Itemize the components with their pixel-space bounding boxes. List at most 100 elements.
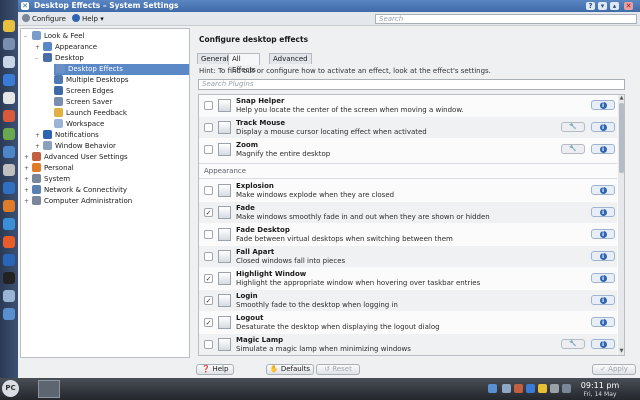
scroll-down-icon[interactable]: ▼ (618, 348, 624, 355)
effect-row[interactable]: ✓ Highlight Window Highlight the appropria… (199, 268, 617, 289)
tree-item[interactable]: Multiple Desktops (46, 75, 129, 86)
apply-button[interactable]: ✓ Apply (592, 364, 636, 375)
tree-item[interactable]: Screen Saver (46, 97, 112, 108)
tab-advanced[interactable]: Advanced (269, 53, 312, 64)
tree-item[interactable]: + System (24, 174, 70, 185)
expand-icon[interactable]: + (24, 152, 32, 163)
dock-app-icon[interactable] (3, 254, 15, 266)
dock-files-icon[interactable] (3, 56, 15, 68)
effect-info-button[interactable]: i (591, 339, 615, 349)
configure-effect-button[interactable]: 🔧 (561, 122, 585, 132)
effect-row[interactable]: Explosion Make windows explode when they … (199, 180, 617, 201)
configure-effect-button[interactable]: 🔧 (561, 339, 585, 349)
tree-item[interactable]: – Desktop (35, 53, 84, 64)
bluetooth-icon[interactable] (526, 384, 535, 393)
tree-item[interactable]: + Personal (24, 163, 74, 174)
dock-app-icon[interactable] (3, 200, 15, 212)
dock-firefox-icon[interactable] (3, 236, 15, 248)
taskbar-task-system-settings[interactable] (38, 380, 60, 398)
expand-icon[interactable]: + (35, 130, 43, 141)
tree-item[interactable]: + Advanced User Settings (24, 152, 128, 163)
tab-all-effects[interactable]: All Effects (228, 53, 260, 74)
effect-checkbox[interactable] (204, 123, 213, 132)
effect-checkbox[interactable] (204, 145, 213, 154)
effect-row[interactable]: Fade Desktop Fade between virtual desktop… (199, 224, 617, 245)
help-title-icon[interactable]: ? (586, 2, 595, 10)
effect-info-button[interactable]: i (591, 185, 615, 195)
effect-checkbox[interactable] (204, 186, 213, 195)
tray-icon[interactable] (488, 384, 497, 393)
maximize-icon[interactable]: ▴ (610, 2, 619, 10)
tree-item[interactable]: Workspace (46, 119, 104, 130)
help-menu[interactable]: Help ▾ (72, 14, 104, 24)
dock-app-icon[interactable] (3, 128, 15, 140)
dock-settings-icon[interactable] (3, 38, 15, 50)
tree-item[interactable]: + Notifications (35, 130, 99, 141)
effect-checkbox[interactable] (204, 230, 213, 239)
effect-info-button[interactable]: i (591, 229, 615, 239)
collapse-icon[interactable]: – (35, 53, 43, 64)
effect-info-button[interactable]: i (591, 122, 615, 132)
effect-checkbox[interactable] (204, 252, 213, 261)
tree-item[interactable]: + Appearance (35, 42, 97, 53)
help-button[interactable]: ❓ Help (196, 364, 234, 375)
tree-item[interactable]: Screen Edges (46, 86, 114, 97)
effect-row[interactable]: Track Mouse Display a mouse cursor locati… (199, 117, 617, 138)
expand-icon[interactable]: + (24, 163, 32, 174)
effect-info-button[interactable]: i (591, 207, 615, 217)
network-icon[interactable] (562, 384, 571, 393)
expand-icon[interactable]: + (24, 174, 32, 185)
expand-icon[interactable]: + (35, 42, 43, 53)
effect-checkbox[interactable]: ✓ (204, 208, 213, 217)
dock-app-icon[interactable] (3, 182, 15, 194)
effect-checkbox[interactable]: ✓ (204, 274, 213, 283)
effect-row[interactable]: Zoom Magnify the entire desktop 🔧 i (199, 139, 617, 160)
dock-app-icon[interactable] (3, 164, 15, 176)
effect-row[interactable]: ✓ Logout Desaturate the desktop when displ… (199, 312, 617, 333)
tree-item[interactable]: Desktop Effects (54, 64, 189, 75)
clock[interactable]: 09:11 pm Fri, 14 May (578, 381, 622, 399)
effect-checkbox[interactable] (204, 340, 213, 349)
dock-bluetooth-icon[interactable] (3, 74, 15, 86)
effect-info-button[interactable]: i (591, 100, 615, 110)
dock-app-icon[interactable] (3, 110, 15, 122)
minimize-icon[interactable]: ▾ (598, 2, 607, 10)
effect-info-button[interactable]: i (591, 251, 615, 261)
tray-icon[interactable] (502, 384, 511, 393)
dock-app-icon[interactable] (3, 308, 15, 320)
dock-app-icon[interactable] (3, 218, 15, 230)
expand-icon[interactable]: + (24, 185, 32, 196)
search-input[interactable]: Search (375, 14, 637, 24)
title-bar[interactable]: ✕ Desktop Effects – System Settings ? ▾ … (18, 0, 640, 12)
effect-info-button[interactable]: i (591, 317, 615, 327)
plugin-search-input[interactable]: Search Plugins (198, 79, 625, 90)
scroll-up-icon[interactable]: ▲ (618, 95, 624, 102)
tray-icon[interactable] (514, 384, 523, 393)
dock-terminal-icon[interactable] (3, 272, 15, 284)
scrollbar[interactable]: ▲ ▼ (618, 95, 624, 355)
collapse-icon[interactable]: – (24, 31, 32, 42)
tree-item[interactable]: + Window Behavior (35, 141, 116, 152)
expand-icon[interactable]: + (35, 141, 43, 152)
reset-button[interactable]: ↺ Reset (316, 364, 360, 375)
tree-item[interactable]: + Network & Connectivity (24, 185, 127, 196)
effect-info-button[interactable]: i (591, 295, 615, 305)
defaults-button[interactable]: ✋ Defaults (266, 364, 314, 375)
dock-editor-icon[interactable] (3, 92, 15, 104)
effect-checkbox[interactable] (204, 101, 213, 110)
configure-menu[interactable]: Configure (22, 14, 66, 24)
effect-info-button[interactable]: i (591, 273, 615, 283)
tree-item[interactable]: Launch Feedback (46, 108, 127, 119)
effect-row[interactable]: ✓ Login Smoothly fade to the desktop when … (199, 290, 617, 311)
scroll-thumb[interactable] (619, 103, 624, 173)
effect-checkbox[interactable]: ✓ (204, 296, 213, 305)
effect-checkbox[interactable]: ✓ (204, 318, 213, 327)
effect-info-button[interactable]: i (591, 144, 615, 154)
volume-icon[interactable] (550, 384, 559, 393)
effect-row[interactable]: Magic Lamp Simulate a magic lamp when min… (199, 334, 617, 355)
tray-icon[interactable] (538, 384, 547, 393)
app-menu-icon[interactable]: PC (2, 380, 19, 397)
dock-launcher-icon[interactable] (3, 20, 15, 32)
tree-item[interactable]: + Computer Administration (24, 196, 132, 207)
expand-icon[interactable]: + (24, 196, 32, 207)
